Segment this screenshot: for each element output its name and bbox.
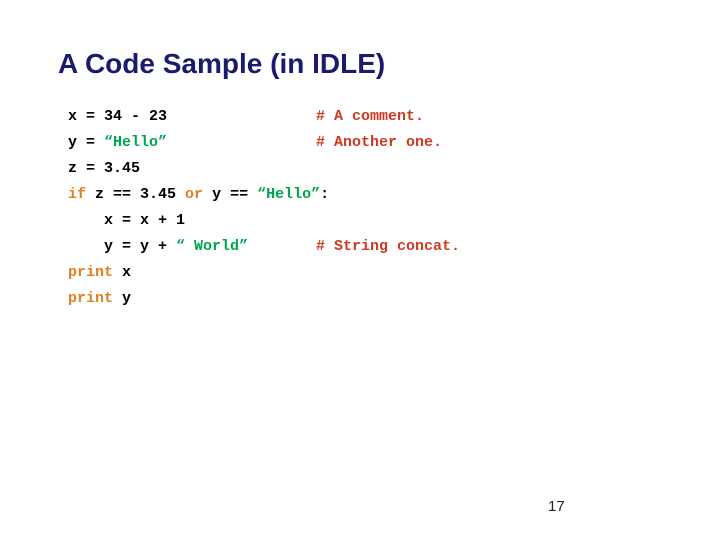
code-token-keyword: print [68,290,114,307]
code-token-plain: : [320,186,330,203]
slide: A Code Sample (in IDLE) x = 34 - 23 # A c… [0,0,720,540]
code-token-plain: x = 34 [68,108,132,125]
code-token-string: “ World” [176,238,249,255]
code-line: y = y + “ World” # String concat. [68,234,460,260]
code-token-plain: - 23 [131,108,168,125]
code-comment: # A comment. [316,108,425,125]
code-line: x = 34 - 23 # A comment. [68,104,424,130]
code-token-plain: y = y + [68,238,177,255]
code-sample-block: x = 34 - 23 # A comment. y = “Hello” # Anot… [68,104,460,312]
code-token-keyword: if [68,186,87,203]
code-line: if z == 3.45 or y == “Hello”: [68,182,329,208]
page-number: 17 [548,498,565,515]
code-comment: # String concat. [316,238,461,255]
code-line: x = x + 1 [68,208,329,234]
code-comment: # Another one. [316,134,443,151]
code-token-plain: x = x + 1 [68,212,186,229]
code-line: print y [68,286,329,312]
code-token-keyword: print [68,264,114,281]
code-token-plain: y == [203,186,258,203]
code-line: print x [68,260,329,286]
code-line: z = 3.45 [68,156,329,182]
code-token-keyword: or [185,186,204,203]
code-line: y = “Hello” # Another one. [68,130,442,156]
page-title: A Code Sample (in IDLE) [58,48,386,79]
code-token-plain: x [113,264,132,281]
code-token-plain: y [113,290,132,307]
code-token-plain: z == 3.45 [86,186,186,203]
code-token-plain: y = [68,134,105,151]
code-token-string: “Hello” [104,134,168,151]
code-token-plain: z = 3.45 [68,160,141,177]
code-token-string: “Hello” [257,186,321,203]
